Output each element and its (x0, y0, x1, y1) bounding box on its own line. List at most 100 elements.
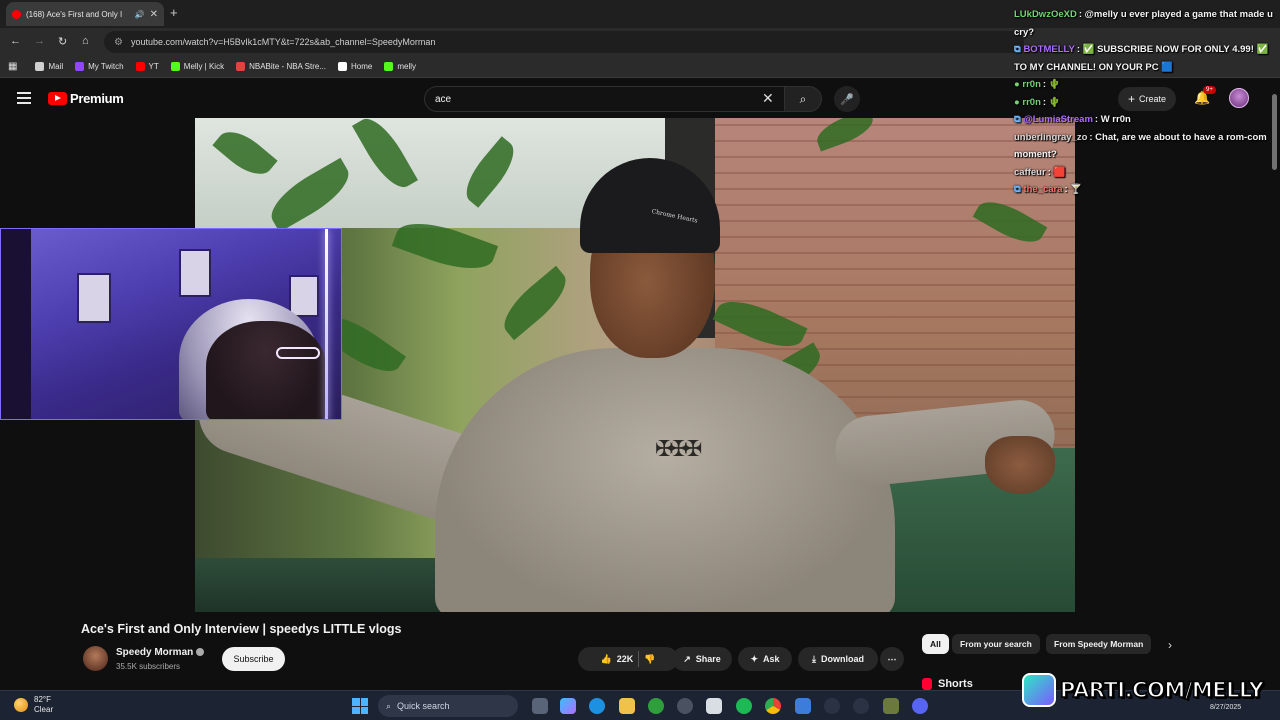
twitch-icon (75, 62, 85, 71)
thumbs-up-icon[interactable]: 👍 (601, 654, 612, 665)
chip-from-your-search[interactable]: From your search (952, 634, 1040, 654)
edge-icon[interactable] (589, 698, 605, 714)
forward-icon[interactable]: → (34, 35, 45, 47)
shorts-section-header: Shorts (922, 678, 973, 690)
photos-icon[interactable] (795, 698, 811, 714)
facecam-poster (77, 273, 111, 323)
download-button[interactable]: ⤓ Download (798, 647, 878, 671)
kick-icon (384, 62, 394, 71)
chrome-icon[interactable] (765, 698, 781, 714)
bookmark-melly[interactable]: melly (384, 62, 416, 71)
discord-icon[interactable] (912, 698, 928, 714)
channel-avatar[interactable] (83, 646, 108, 671)
youtube-premium-logo[interactable]: Premium (48, 91, 124, 106)
weather-condition: Clear (34, 705, 54, 714)
spotify-icon[interactable] (736, 698, 752, 714)
bookmark-home[interactable]: Home (338, 62, 372, 71)
youtube-favicon-icon (12, 9, 21, 19)
chat-message: ● rr0n: 🌵 (1014, 94, 1280, 112)
reload-icon[interactable]: ↻ (58, 35, 67, 48)
search-button[interactable]: ⌕ (784, 86, 822, 112)
stream-chat-overlay: LUkDwzOeXD: @melly u ever played a game … (1014, 0, 1280, 205)
bookmark-my-twitch[interactable]: My Twitch (75, 62, 124, 71)
chat-badge-icon: ● (1014, 79, 1020, 90)
chat-text: : 🌵 (1042, 79, 1061, 90)
new-tab-button[interactable]: + (170, 5, 178, 20)
task-view-icon[interactable] (532, 698, 548, 714)
facecam-poster (289, 275, 319, 317)
clear-search-icon[interactable]: ✕ (762, 90, 774, 107)
nbabite-icon (236, 62, 246, 71)
page-scrollbar[interactable] (1272, 94, 1277, 170)
bookmark-yt[interactable]: YT (135, 62, 159, 71)
parti-watermark-text: PARTI.COM/MELLY (1059, 677, 1264, 703)
channel-name[interactable]: Speedy Morman (116, 647, 205, 658)
chat-username: rr0n (1022, 96, 1041, 108)
url-text: youtube.com/watch?v=H5BvIk1cMTY&t=722s&a… (130, 37, 436, 47)
chat-badge-icon: ● (1014, 96, 1020, 108)
facecam-poster (179, 249, 211, 297)
voice-search-button[interactable]: 🎤 (834, 86, 860, 112)
subscribe-button[interactable]: Subscribe (222, 647, 285, 671)
tab-close-icon[interactable]: ✕ (150, 9, 158, 20)
search-input[interactable]: ace (424, 86, 786, 112)
mail-icon (35, 62, 45, 71)
chat-text: : 🌵 (1042, 96, 1061, 108)
speaker-icon[interactable]: 🔊 (135, 10, 145, 19)
kick-icon (170, 62, 180, 71)
chevron-right-icon[interactable]: › (1168, 638, 1172, 652)
more-actions-button[interactable]: ⋯ (880, 647, 904, 671)
bot-badge-icon: ⧉ (1014, 44, 1021, 55)
chip-all[interactable]: All (922, 634, 949, 654)
app-icon[interactable] (677, 698, 693, 714)
moon-weather-icon (14, 698, 28, 712)
chip-from-channel[interactable]: From Speedy Morman (1046, 634, 1152, 654)
chat-username: caffeur (1014, 166, 1046, 178)
bookmark-nbabite[interactable]: NBABite - NBA Stre... (236, 62, 326, 71)
chat-username: LUkDwzOeXD (1014, 9, 1077, 20)
file-explorer-icon[interactable] (619, 698, 635, 714)
bookmark-melly-kick[interactable]: Melly | Kick (170, 62, 224, 71)
streamer-person (206, 321, 326, 419)
search-icon: ⌕ (799, 91, 807, 106)
like-count[interactable]: 22K (617, 654, 634, 664)
browser-tab[interactable]: (168) Ace's First and Only I 🔊 ✕ (6, 2, 164, 26)
copilot-icon[interactable] (560, 698, 576, 714)
taskbar-search[interactable]: ⌕ Quick search (378, 695, 518, 717)
chat-message: ⧉ BOTMELLY: ✅ SUBSCRIBE NOW FOR ONLY 4.9… (1014, 41, 1280, 76)
app-icon[interactable] (883, 698, 899, 714)
url-field[interactable]: ⚙ youtube.com/watch?v=H5BvIk1cMTY&t=722s… (104, 31, 1024, 53)
video-title: Ace's First and Only Interview | speedys… (81, 622, 402, 636)
hamburger-menu-icon[interactable] (17, 92, 31, 104)
chat-message: unberlingray_zo: Chat, are we about to h… (1014, 129, 1280, 164)
thumbs-down-icon[interactable]: 👎 (644, 654, 655, 665)
apps-grid-icon[interactable]: ▦ (8, 61, 17, 72)
xbox-icon[interactable] (648, 698, 664, 714)
video-scene-person (435, 348, 895, 612)
app-icon[interactable] (853, 698, 869, 714)
media-player-icon[interactable] (824, 698, 840, 714)
download-icon: ⤓ (812, 653, 816, 664)
chat-badge-icon: ⧉ (1014, 114, 1021, 125)
back-icon[interactable]: ← (10, 35, 21, 47)
chat-text: : 🟥 (1047, 166, 1066, 178)
chat-badge-icon: ⧉ (1014, 184, 1021, 195)
streamer-facecam (0, 228, 342, 420)
home-icon[interactable]: ⌂ (82, 35, 89, 47)
chat-message: ⧉ @LumiaStream: W rr0n (1014, 111, 1280, 129)
chat-message: ⧉ the_cara: 🍸 (1014, 181, 1280, 199)
chat-message: LUkDwzOeXD: @melly u ever played a game … (1014, 6, 1280, 41)
store-icon[interactable] (706, 698, 722, 714)
chat-message: ● rr0n: 🌵 (1014, 76, 1280, 94)
windows-start-icon[interactable] (352, 698, 368, 714)
share-icon: ↗ (683, 653, 691, 664)
site-info-icon[interactable]: ⚙ (114, 37, 123, 48)
chat-message: caffeur: 🟥 (1014, 164, 1280, 182)
bookmark-mail[interactable]: Mail (35, 62, 63, 71)
x-icon (338, 62, 348, 71)
subscriber-count: 35.5K subscribers (116, 662, 181, 671)
ask-button[interactable]: ✦ Ask (738, 647, 792, 671)
weather-widget[interactable]: 82°F Clear (14, 695, 53, 715)
share-button[interactable]: ↗ Share (672, 647, 732, 671)
chat-username: BOTMELLY (1023, 44, 1075, 55)
